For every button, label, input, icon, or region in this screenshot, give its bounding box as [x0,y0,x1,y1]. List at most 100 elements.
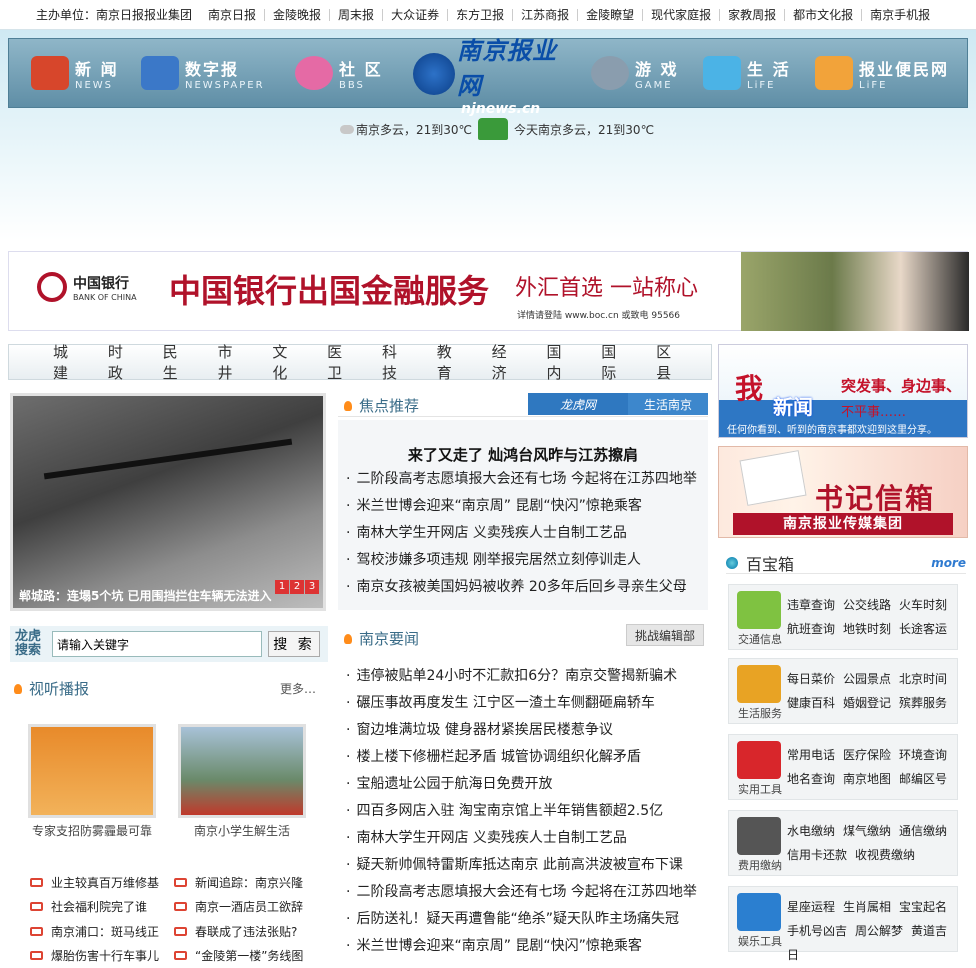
service-link[interactable]: 宝宝起名 [899,900,947,914]
service-caption[interactable]: 娱乐工具 [731,933,789,949]
boc-ad-banner[interactable]: 中国银行 BANK OF CHINA 中国银行出国金融服务 外汇首选 一站称心 … [8,251,968,331]
video-thumb[interactable] [28,724,156,818]
service-link[interactable]: 南京地图 [843,772,891,786]
top-link[interactable]: 金陵晚报 [264,9,329,21]
pager-button[interactable]: 2 [290,580,304,594]
category-link[interactable]: 文化 [272,341,304,383]
service-link[interactable]: 信用卡还款 [787,848,847,862]
top-link[interactable]: 东方卫报 [447,9,512,21]
nav-convenience[interactable]: 报业便民网LiFE [815,51,949,95]
list-item[interactable]: 业主较真百万维修基 [30,870,159,895]
list-item[interactable]: 驾校涉嫌多项违规 刚举报完居然立刻停训走人 [346,547,697,574]
site-logo[interactable]: 南京报业网 njnews.cn [407,47,579,101]
tab-life-nanjing[interactable]: 生活南京 [628,393,708,415]
service-link[interactable]: 地铁时刻 [843,622,891,636]
service-link[interactable]: 每日菜价 [787,672,835,686]
nav-life[interactable]: 生 活LiFE [703,51,791,95]
category-link[interactable]: 城建 [53,341,85,383]
category-link[interactable]: 医卫 [327,341,359,383]
top-link[interactable]: 江苏商报 [512,9,577,21]
secretary-mailbox-ad[interactable]: 书记信箱 南京报业传媒集团 [718,446,968,538]
focus-headline[interactable]: 来了又走了 灿鸿台风昨与江苏擦肩 [338,444,708,465]
nav-bbs[interactable]: 社 区BBS [295,51,383,95]
service-caption[interactable]: 生活服务 [731,705,789,721]
video-more-link[interactable]: 更多… [280,680,316,697]
service-link[interactable]: 火车时刻 [899,598,947,612]
service-link[interactable]: 地名查询 [787,772,835,786]
list-item[interactable]: 南京一酒店员工欲辞 [174,895,303,920]
service-link[interactable]: 婚姻登记 [843,696,891,710]
news-tipoff-ad[interactable]: 我 新闻 突发事、身边事、 不平事…… 任何你看到、听到的南京事都欢迎到这里分享… [718,344,968,438]
headline-photo[interactable]: 郸城路：连塌5个坑 已用围挡拦住车辆无法进入 1 2 3 [10,393,326,611]
service-link[interactable]: 环境查询 [899,748,947,762]
top-link[interactable]: 南京手机报 [861,9,938,21]
pager-button[interactable]: 1 [275,580,289,594]
service-link[interactable]: 健康百科 [787,696,835,710]
top-link[interactable]: 南京日报 [200,9,264,21]
list-item[interactable]: 新闻追踪：南京兴隆 [174,870,303,895]
service-link[interactable]: 邮编区号 [899,772,947,786]
service-link[interactable]: 航班查询 [787,622,835,636]
pager-button[interactable]: 3 [305,580,319,594]
list-item[interactable]: 二阶段高考志愿填报大会还有七场 今起将在江苏四地举 [346,466,697,493]
list-item[interactable]: 后防送礼！疑天再遭鲁能“绝杀”疑天队昨主场痛失冠 [346,906,697,933]
list-item[interactable]: 宝船遗址公园于航海日免费开放 [346,771,697,798]
more-link[interactable]: more [931,556,966,570]
list-item[interactable]: 四百多网店入驻 淘宝南京馆上半年销售额超2.5亿 [346,798,697,825]
service-link[interactable]: 长途客运 [899,622,947,636]
category-link[interactable]: 国际 [601,341,633,383]
service-link[interactable]: 常用电话 [787,748,835,762]
video-thumb[interactable] [178,724,306,818]
top-link[interactable]: 金陵瞭望 [577,9,642,21]
list-item[interactable]: 疑天新帅佩特雷斯库抵达南京 此前高洪波被宣布下课 [346,852,697,879]
service-link[interactable]: 水电缴纳 [787,824,835,838]
service-link[interactable]: 公交线路 [843,598,891,612]
list-item[interactable]: 南林大学生开网店 义卖残疾人士自制工艺品 [346,520,697,547]
top-link[interactable]: 都市文化报 [784,9,861,21]
list-item[interactable]: 春联成了违法张贴? [174,919,303,944]
search-button[interactable]: 搜 索 [268,631,320,657]
service-caption[interactable]: 费用缴纳 [731,857,789,873]
list-item[interactable]: 违停被贴单24小时不汇款扣6分？南京交警揭新骗术 [346,663,697,690]
service-link[interactable]: 煤气缴纳 [843,824,891,838]
top-link[interactable]: 大众证券 [382,9,447,21]
list-item[interactable]: “金陵第一楼”务线图 [174,944,303,968]
category-link[interactable]: 区县 [656,341,688,383]
list-item[interactable]: 爆胎伤害十行车事儿 [30,944,159,968]
list-item[interactable]: 楼上楼下修栅栏起矛盾 城管协调组织化解矛盾 [346,744,697,771]
category-link[interactable]: 市井 [217,341,249,383]
list-item[interactable]: 南林大学生开网店 义卖残疾人士自制工艺品 [346,825,697,852]
service-caption[interactable]: 交通信息 [731,631,789,647]
service-link[interactable]: 周公解梦 [855,924,903,938]
video-thumb-caption[interactable]: 专家支招防雾霾最可靠 [17,822,167,839]
list-item[interactable]: 米兰世博会迎来“南京周” 昆剧“快闪”惊艳乘客 [346,493,697,520]
category-link[interactable]: 时政 [108,341,140,383]
list-item[interactable]: 南京女孩被美国妈妈被收养 20多年后回乡寻亲生父母 [346,574,697,601]
nav-game[interactable]: 游 戏GAME [591,51,679,95]
photo-caption[interactable]: 郸城路：连塌5个坑 已用围挡拦住车辆无法进入 [19,587,272,604]
tab-longhu[interactable]: 龙虎网 [528,393,628,415]
service-link[interactable]: 医疗保险 [843,748,891,762]
list-item[interactable]: 碾压事故再度发生 江宁区一渣土车侧翻砸扁轿车 [346,690,697,717]
list-item[interactable]: 二阶段高考志愿填报大会还有七场 今起将在江苏四地举 [346,879,697,906]
service-link[interactable]: 违章查询 [787,598,835,612]
category-link[interactable]: 国内 [546,341,578,383]
service-link[interactable]: 公园景点 [843,672,891,686]
category-link[interactable]: 民生 [163,341,195,383]
service-link[interactable]: 殡葬服务 [899,696,947,710]
nav-newspaper[interactable]: 数字报NEWSPAPER [141,51,265,95]
service-link[interactable]: 通信缴纳 [899,824,947,838]
list-item[interactable]: 窗边堆满垃圾 健身器材紧挨居民楼惹争议 [346,717,697,744]
category-link[interactable]: 教育 [437,341,469,383]
list-item[interactable]: 米兰世博会迎来“南京周” 昆剧“快闪”惊艳乘客 [346,933,697,960]
top-link[interactable]: 现代家庭报 [642,9,719,21]
top-link[interactable]: 家教周报 [719,9,784,21]
category-link[interactable]: 经济 [492,341,524,383]
service-link[interactable]: 生肖属相 [843,900,891,914]
search-input[interactable] [52,631,262,657]
service-link[interactable]: 手机号凶吉 [787,924,847,938]
service-link[interactable]: 收视费缴纳 [855,848,915,862]
service-caption[interactable]: 实用工具 [731,781,789,797]
top-link[interactable]: 周末报 [329,9,382,21]
video-thumb-caption[interactable]: 南京小学生解生活 [167,822,317,839]
